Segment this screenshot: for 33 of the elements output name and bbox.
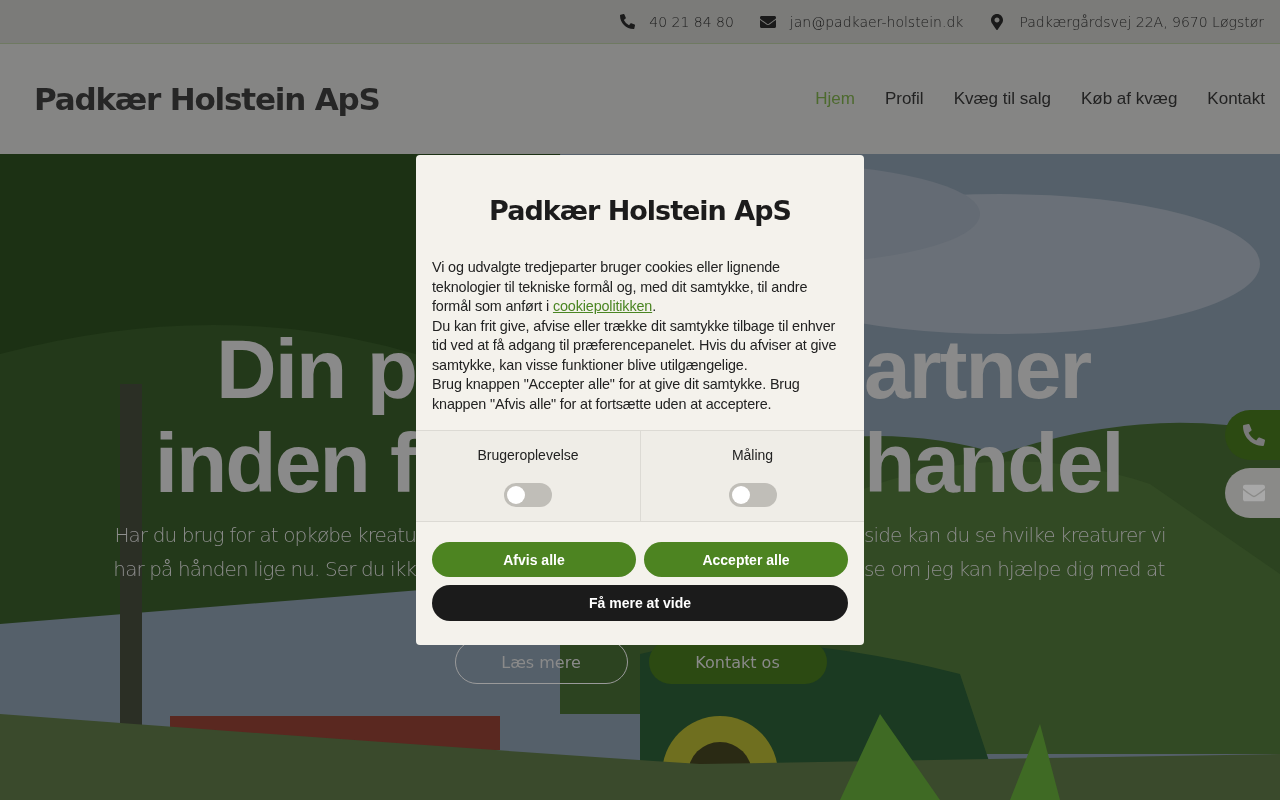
hero-heading: inden f xyxy=(154,416,416,510)
phone-side-button[interactable] xyxy=(1225,410,1280,460)
consent-button[interactable]: Afvis alle xyxy=(432,542,636,577)
consent-text: Brug knappen "Accepter alle" for at give dit samtykke. Brug knappen "Afvis alle" for at fortsætte uden at acceptere. xyxy=(432,375,801,414)
hero-text: side kan du se hvilke kreaturer vi xyxy=(864,522,1166,549)
nav-link[interactable]: Profil xyxy=(884,89,924,109)
category-label: Måling xyxy=(731,447,774,463)
nav-link[interactable]: Kvæg til salg xyxy=(953,89,1051,109)
phone-icon xyxy=(1243,424,1265,446)
hero-text: har på hånden lige nu. Ser du ikk xyxy=(113,556,416,583)
phone-icon xyxy=(620,14,636,29)
toggle-switch[interactable] xyxy=(728,483,777,507)
nav-link[interactable]: Køb af kvæg xyxy=(1080,89,1178,109)
phone-number: 40 21 84 80 xyxy=(649,13,734,30)
hero-text: se om jeg kan hjælpe dig med at xyxy=(864,556,1165,583)
toggle-switch[interactable] xyxy=(504,483,552,507)
mail-side-button[interactable] xyxy=(1225,468,1280,518)
hero-heading: Din p xyxy=(216,322,416,416)
email-address: jan@padkaer-holstein.dk xyxy=(789,13,964,30)
hero-heading: handel xyxy=(864,416,1123,510)
consent-button[interactable]: Accepter alle xyxy=(644,542,848,577)
consent-text: Du kan frit give, afvise eller trække dit samtykke tilbage til enhver tid ved at få adgang til præferencepanelet. Hvis du afviser at give samtykke, kan visse funktioner blive utilgængelige. xyxy=(432,316,838,375)
mail-icon xyxy=(1243,482,1265,504)
dialog-logo: Padkær Holstein ApS xyxy=(489,195,791,226)
category-label: Brugeroplevelse xyxy=(477,447,579,463)
hero-text: Har du brug for at opkøbe kreatu xyxy=(114,522,416,549)
nav-link[interactable]: Kontakt xyxy=(1207,89,1265,109)
logo[interactable]: Padkær Holstein ApS xyxy=(34,81,380,117)
consent-text: Vi og udvalgte tredjeparter bruger cookies eller lignende teknologier til tekniske formål og, med dit samtykke, til andre formål som anført i cookiepolitikken. xyxy=(432,258,809,316)
mail-icon xyxy=(759,13,776,30)
location-pin-icon xyxy=(989,13,1006,30)
street-address: Padkærgårdsvej 22A, 9670 Løgstør xyxy=(1019,13,1264,30)
learn-more-button[interactable]: Få mere at vide xyxy=(432,585,848,621)
